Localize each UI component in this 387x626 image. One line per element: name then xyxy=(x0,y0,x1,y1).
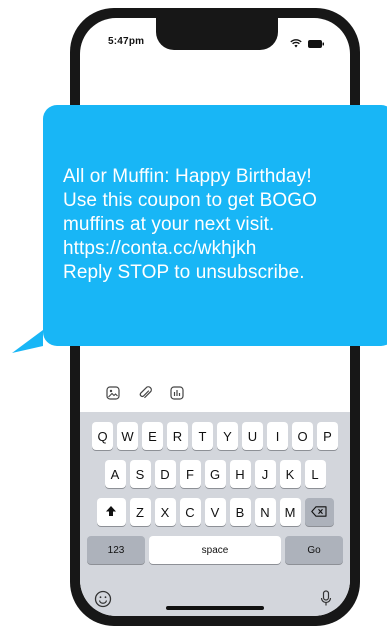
key-d[interactable]: D xyxy=(154,460,176,488)
message-line: Reply STOP to unsubscribe. xyxy=(63,262,305,283)
key-s[interactable]: S xyxy=(129,460,151,488)
numbers-key[interactable]: 123 xyxy=(87,536,145,564)
key-y[interactable]: Y xyxy=(217,422,238,450)
key-t[interactable]: T xyxy=(192,422,213,450)
keyboard-row-4: 123 space Go xyxy=(80,536,350,564)
wifi-icon xyxy=(290,35,302,53)
key-w[interactable]: W xyxy=(117,422,138,450)
key-i[interactable]: I xyxy=(267,422,288,450)
microphone-icon[interactable] xyxy=(320,590,332,613)
key-a[interactable]: A xyxy=(104,460,126,488)
message-line: https://conta.cc/wkhjkh xyxy=(63,238,257,259)
shift-icon xyxy=(105,505,117,520)
notch xyxy=(156,18,278,50)
space-key[interactable]: space xyxy=(149,536,281,564)
key-m[interactable]: M xyxy=(279,498,301,526)
message-text: All or Muffin: Happy Birthday! Use this … xyxy=(63,165,387,285)
shift-key[interactable] xyxy=(96,498,126,526)
key-p[interactable]: P xyxy=(317,422,338,450)
key-z[interactable]: Z xyxy=(129,498,151,526)
message-line: Use this coupon to get BOGO xyxy=(63,190,318,211)
key-x[interactable]: X xyxy=(154,498,176,526)
poll-icon[interactable] xyxy=(168,384,186,402)
battery-icon xyxy=(308,35,324,53)
stage: 5:47pm Q W E R T Y U I O P A S D F G H J… xyxy=(0,0,387,626)
key-n[interactable]: N xyxy=(254,498,276,526)
status-time: 5:47pm xyxy=(108,36,145,47)
key-r[interactable]: R xyxy=(167,422,188,450)
status-icons xyxy=(290,35,324,53)
key-e[interactable]: E xyxy=(142,422,163,450)
key-v[interactable]: V xyxy=(204,498,226,526)
keyboard-row-3: Z X C V B N M xyxy=(80,498,350,526)
attachment-icon[interactable] xyxy=(136,384,154,402)
backspace-key[interactable] xyxy=(304,498,334,526)
key-l[interactable]: L xyxy=(304,460,326,488)
key-f[interactable]: F xyxy=(179,460,201,488)
key-h[interactable]: H xyxy=(229,460,251,488)
keyboard-row-1: Q W E R T Y U I O P xyxy=(80,422,350,450)
message-line: muffins at your next visit. xyxy=(63,214,275,235)
key-g[interactable]: G xyxy=(204,460,226,488)
image-icon[interactable] xyxy=(104,384,122,402)
key-j[interactable]: J xyxy=(254,460,276,488)
key-o[interactable]: O xyxy=(292,422,313,450)
key-u[interactable]: U xyxy=(242,422,263,450)
keyboard: Q W E R T Y U I O P A S D F G H J K L Z … xyxy=(80,412,350,616)
emoji-icon[interactable] xyxy=(94,590,112,613)
home-indicator xyxy=(166,606,264,610)
keyboard-bottom-bar xyxy=(80,590,350,616)
backspace-icon xyxy=(311,505,327,520)
composer-toolbar xyxy=(104,384,186,402)
message-line: All or Muffin: Happy Birthday! xyxy=(63,166,312,187)
key-k[interactable]: K xyxy=(279,460,301,488)
key-q[interactable]: Q xyxy=(92,422,113,450)
key-b[interactable]: B xyxy=(229,498,251,526)
go-key[interactable]: Go xyxy=(285,536,343,564)
key-c[interactable]: C xyxy=(179,498,201,526)
keyboard-row-2: A S D F G H J K L xyxy=(80,460,350,488)
message-bubble: All or Muffin: Happy Birthday! Use this … xyxy=(43,105,387,346)
